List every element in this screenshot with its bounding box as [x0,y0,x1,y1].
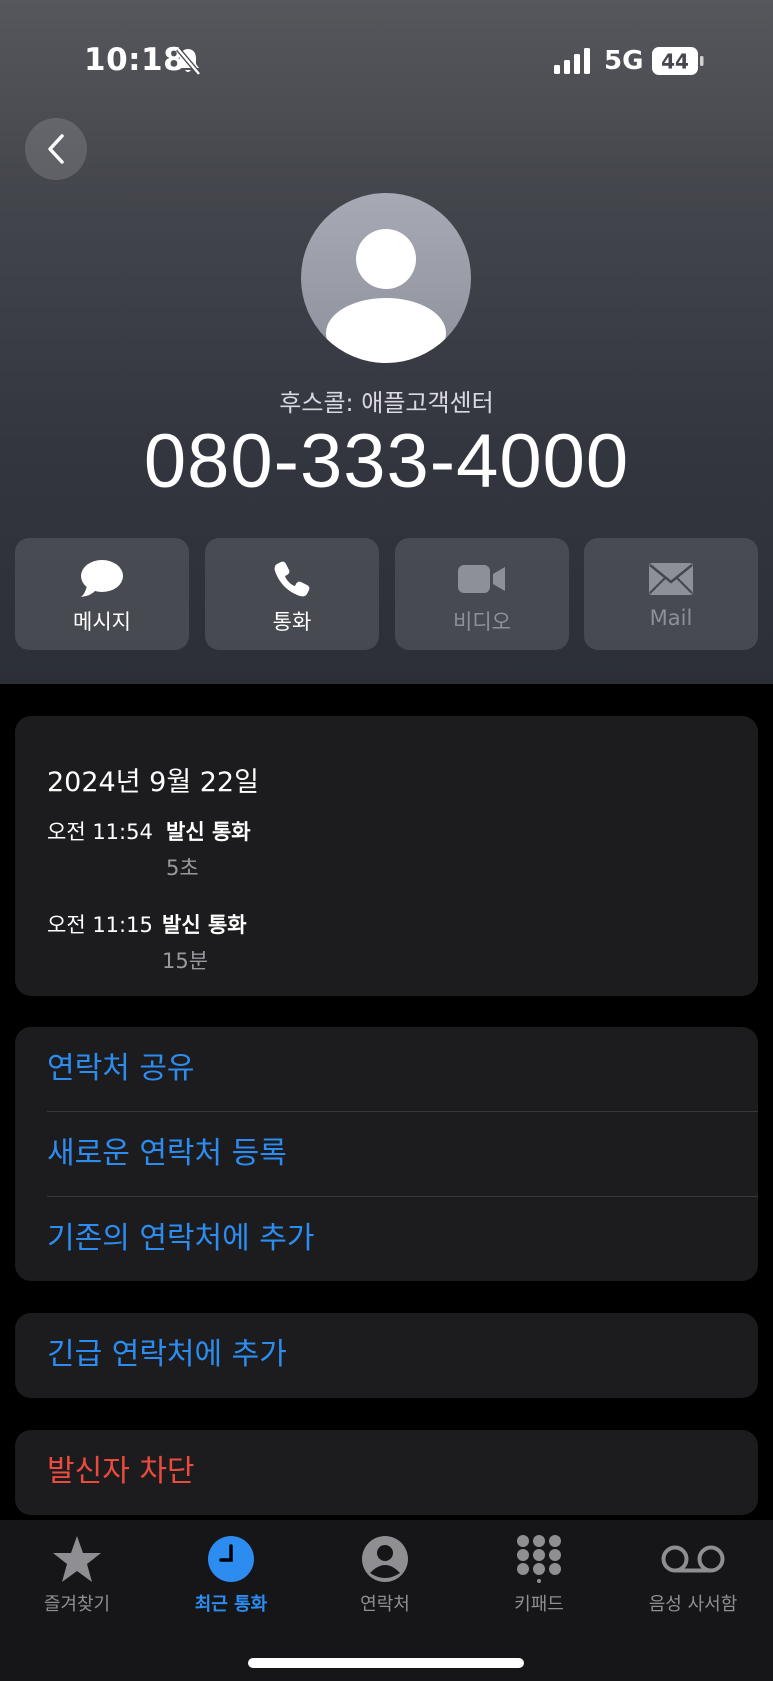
status-bar: 10:18 5G 44 [0,0,773,110]
phone-number: 080-333-4000 [143,419,630,504]
contact-options-card: 연락처 공유 새로운 연락처 등록 기존의 연락처에 추가 [15,1027,758,1281]
voicemail-icon [661,1545,725,1573]
message-bubble-icon [81,560,123,597]
status-time: 10:18 [84,42,186,78]
emergency-card: 긴급 연락처에 추가 [15,1313,758,1398]
call-type: 발신 통화 [166,820,251,844]
call-type: 발신 통화 [162,913,247,937]
clock-icon [208,1536,254,1582]
battery-icon: 44 [652,47,704,75]
silent-bell-icon [176,47,201,76]
create-contact-button[interactable]: 새로운 연락처 등록 [47,1111,758,1196]
call-button-label: 통화 [272,610,312,634]
block-card: 발신자 차단 [15,1430,758,1515]
mail-envelope-icon [649,563,693,595]
network-type: 5G [604,46,644,76]
call-history-card: 2024년 9월 22일 오전 11:54 발신 통화 5초 오전 11:15 … [15,716,758,996]
caller-id-label: 후스콜: 애플고객센터 [279,389,494,417]
tab-label: 즐겨찾기 [43,1594,111,1615]
call-duration: 5초 [166,856,199,880]
keypad-icon [517,1535,561,1583]
add-emergency-contact-button[interactable]: 긴급 연락처에 추가 [47,1313,758,1397]
tab-label: 음성 사서함 [648,1594,738,1615]
tab-favorites[interactable]: 즐겨찾기 [0,1520,154,1640]
tab-keypad[interactable]: 키패드 [462,1520,616,1640]
tab-contacts[interactable]: 연락처 [308,1520,462,1640]
mail-button[interactable]: Mail [584,538,758,650]
tab-label: 키패드 [514,1594,564,1615]
share-contact-button[interactable]: 연락처 공유 [47,1027,758,1111]
add-to-existing-contact-button[interactable]: 기존의 연락처에 추가 [47,1196,758,1281]
contact-header: 10:18 5G 44 후스콜: 애플고객센터 080-333-4000 메시지… [0,0,773,684]
avatar [301,193,471,363]
message-button[interactable]: 메시지 [15,538,189,650]
star-icon [53,1536,101,1582]
video-camera-icon [458,565,505,593]
video-button[interactable]: 비디오 [395,538,569,650]
phone-icon [274,561,310,597]
home-indicator[interactable] [248,1658,524,1668]
battery-level: 44 [661,50,689,74]
chevron-left-icon [48,134,64,164]
mail-button-label: Mail [649,606,693,630]
video-button-label: 비디오 [453,610,511,634]
person-circle-icon [362,1536,408,1582]
message-button-label: 메시지 [73,610,131,634]
block-caller-button[interactable]: 발신자 차단 [47,1430,758,1514]
person-placeholder-icon [326,229,446,363]
back-button[interactable] [25,118,87,180]
call-history-date: 2024년 9월 22일 [47,767,259,798]
tab-label: 연락처 [360,1594,410,1615]
call-time: 오전 11:54 [47,820,153,844]
call-button[interactable]: 통화 [205,538,379,650]
call-duration: 15분 [162,949,209,973]
tab-recents[interactable]: 최근 통화 [154,1520,308,1640]
tab-voicemail[interactable]: 음성 사서함 [616,1520,770,1640]
call-time: 오전 11:15 [47,913,153,937]
tab-bar: 즐겨찾기 최근 통화 연락처 키패드 음성 사서함 [0,1520,773,1681]
cellular-signal-icon [554,48,590,74]
tab-label: 최근 통화 [194,1594,268,1615]
quick-actions: 메시지 통화 비디오 Mail [15,538,758,650]
